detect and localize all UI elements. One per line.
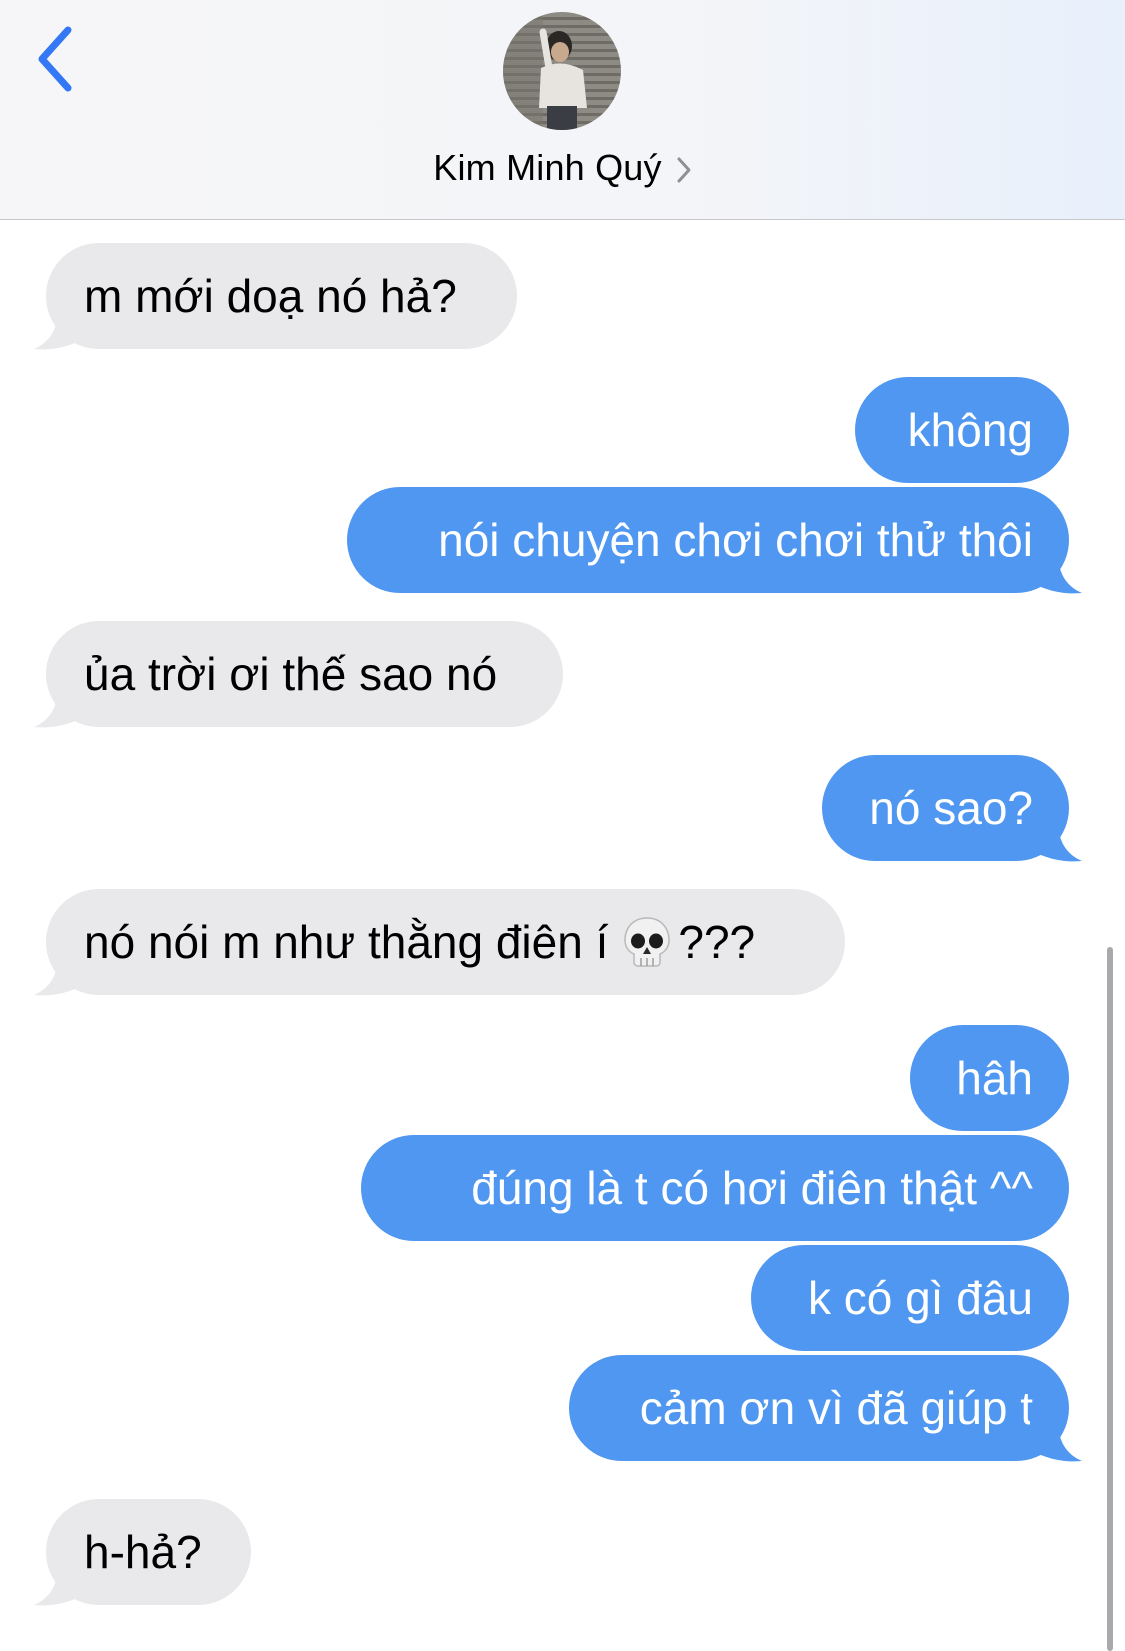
message-text-suffix: ??? [678,916,756,968]
bubble-tail [34,955,86,996]
message-bubble-outgoing[interactable]: đúng là t có hơi điên thật ^^ [361,1135,1069,1241]
message-text: ủa trời ơi thế sao nó [84,648,498,700]
contact-name-button[interactable]: Kim Minh Quý [0,143,1125,193]
message-text: h-hả? [84,1526,202,1578]
conversation-header: Kim Minh Quý [0,0,1125,220]
message-text: m mới doạ nó hả? [84,270,457,322]
message-bubble-outgoing[interactable]: hâh [910,1025,1069,1131]
skull-emoji-icon [624,917,671,967]
message-bubble-outgoing[interactable]: không [855,377,1069,483]
message-bubble-outgoing[interactable]: k có gì đâu [751,1245,1069,1351]
message-text: nó nói m như thằng điên í [84,916,609,968]
bubble-tail [1030,1421,1082,1462]
chevron-right-icon [677,157,691,183]
message-text: k có gì đâu [807,1272,1033,1324]
bubble-tail [34,1565,86,1606]
bubble-tail [34,309,86,350]
message-text: đúng là t có hơi điên thật ^^ [471,1162,1033,1214]
message-bubble-incoming[interactable]: nó nói m như thằng điên í ??? [46,889,845,995]
message-text: nó sao? [869,782,1033,834]
avatar[interactable] [503,12,621,130]
scrollbar[interactable] [1107,947,1113,1651]
message-bubble-incoming[interactable]: ủa trời ơi thế sao nó [46,621,563,727]
message-bubble-outgoing[interactable]: cảm ơn vì đã giúp t [569,1355,1069,1461]
chevron-left-icon[interactable] [32,24,82,94]
message-text: hâh [956,1052,1033,1104]
bubble-tail [1030,821,1082,862]
message-bubble-outgoing[interactable]: nói chuyện chơi chơi thử thôi [347,487,1069,593]
bubble-tail [34,687,86,728]
message-text: không [907,404,1033,456]
message-text: nói chuyện chơi chơi thử thôi [438,514,1033,566]
contact-name: Kim Minh Quý [433,147,662,188]
message-text: cảm ơn vì đã giúp t [639,1382,1033,1434]
bubble-tail [1030,553,1082,594]
message-bubble-incoming[interactable]: m mới doạ nó hả? [46,243,517,349]
